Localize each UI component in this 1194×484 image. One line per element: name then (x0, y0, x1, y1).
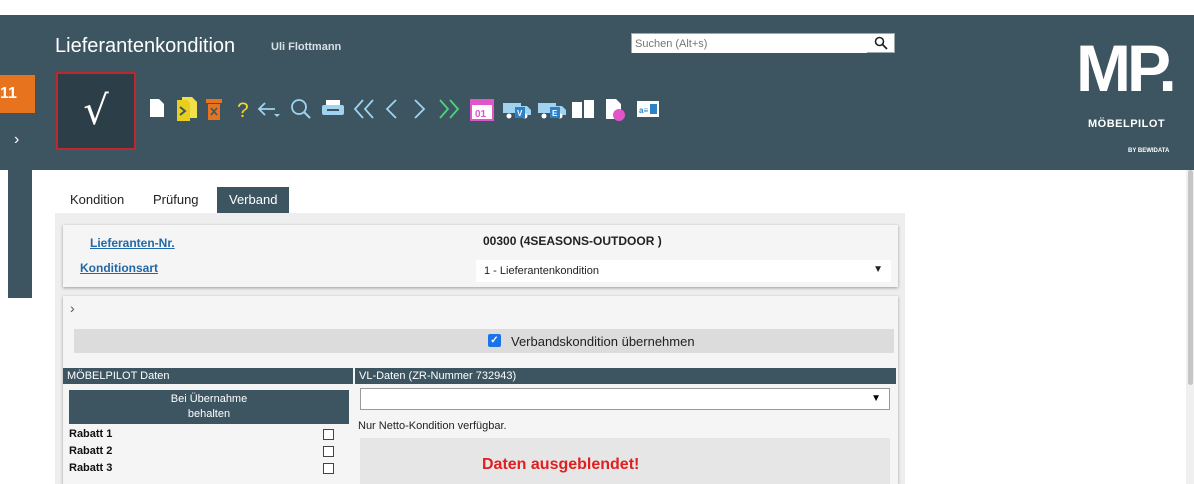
search-magnifier-icon[interactable] (290, 97, 312, 127)
rabatt-row: Rabatt 2 (69, 445, 349, 459)
verband-row: ✓ Verbandskondition übernehmen (74, 329, 894, 353)
rabatt-row: Rabatt 3 (69, 462, 349, 476)
konditionsart-select[interactable]: 1 - Lieferantenkondition ▼ (476, 260, 891, 282)
tab-kondition[interactable]: Kondition (70, 187, 124, 213)
copy-document-icon[interactable] (177, 97, 197, 127)
search-icon[interactable] (874, 36, 888, 50)
svg-text:?: ? (237, 99, 249, 121)
svg-text:V: V (517, 109, 523, 118)
user-name: Uli Flottmann (271, 41, 342, 53)
help-question-icon[interactable]: ? (236, 97, 250, 127)
last-record-icon[interactable] (437, 97, 461, 127)
rabatt-row: Rabatt 1 (69, 428, 349, 442)
previous-record-icon[interactable] (384, 97, 398, 127)
supplier-panel: Lieferanten-Nr. 00300 (4SEASONS-OUTDOOR … (63, 225, 898, 287)
rabatt-label: Rabatt 2 (69, 445, 113, 457)
next-record-icon[interactable] (413, 97, 427, 127)
moebelpilot-logo: MP. MÖBELPILOT BY BEWIDATA (1070, 35, 1180, 165)
back-arrow-icon[interactable] (257, 97, 281, 127)
search-box[interactable] (631, 33, 895, 53)
save-check-button[interactable]: √ (56, 72, 136, 150)
print-icon[interactable] (322, 97, 344, 127)
chevron-down-icon: ▼ (871, 393, 881, 404)
verband-checkbox[interactable]: ✓ (488, 334, 501, 347)
svg-text:E: E (552, 109, 558, 118)
konditionsart-link[interactable]: Konditionsart (80, 261, 158, 275)
moebelpilot-section-header: MÖBELPILOT Daten (63, 368, 353, 384)
delete-bin-icon[interactable] (206, 97, 222, 127)
document-pink-icon[interactable] (606, 97, 626, 127)
header-bar: Lieferantenkondition Uli Flottmann MP. M… (0, 15, 1194, 170)
logo-name: MÖBELPILOT (1088, 118, 1166, 130)
logo-by: BY BEWIDATA (1128, 148, 1170, 154)
rabatt-label: Rabatt 3 (69, 462, 113, 474)
step-number: 11 (0, 85, 17, 102)
netto-note: Nur Netto-Kondition verfügbar. (358, 420, 507, 432)
chevron-right-icon: › (14, 131, 20, 148)
rabatt-2-checkbox[interactable] (323, 446, 334, 457)
new-document-icon[interactable] (150, 97, 164, 127)
column-header-line2: behalten (187, 408, 231, 420)
verband-panel: › ✓ Verbandskondition übernehmen MÖBELPI… (63, 296, 898, 484)
column-header-behalten: Bei Übernahme behalten (69, 390, 349, 424)
hidden-data-message: Daten ausgeblendet! (482, 456, 640, 473)
scrollbar-thumb[interactable] (1188, 170, 1193, 385)
truck-v-icon[interactable]: V (503, 97, 531, 127)
chevron-down-icon: ▼ (873, 264, 883, 275)
vl-section-header: VL-Daten (ZR-Nummer 732943) (355, 368, 896, 384)
step-badge: 11 (0, 75, 35, 113)
tab-verband[interactable]: Verband (217, 187, 290, 213)
sidebar-toggle[interactable]: › (8, 113, 32, 298)
tab-pruefung[interactable]: Prüfung (153, 187, 199, 213)
expand-chevron-icon[interactable]: › (70, 300, 75, 316)
lieferanten-nr-link[interactable]: Lieferanten-Nr. (90, 236, 175, 250)
app-window: Lieferantenkondition Uli Flottmann MP. M… (0, 0, 1194, 484)
page-title: Lieferantenkondition (55, 35, 236, 57)
svg-text:a≡: a≡ (639, 106, 648, 115)
id-card-icon[interactable]: a≡ (637, 97, 659, 127)
rabatt-1-checkbox[interactable] (323, 429, 334, 440)
column-header-line1: Bei Übernahme (170, 393, 248, 405)
verband-label: Verbandskondition übernehmen (511, 334, 695, 349)
search-input[interactable] (632, 35, 867, 53)
truck-e-icon[interactable]: E (538, 97, 566, 127)
lieferanten-nr-value: 00300 (4SEASONS-OUTDOOR ) (483, 234, 662, 248)
first-record-icon[interactable] (352, 97, 376, 127)
svg-text:01: 01 (475, 109, 487, 120)
rabatt-label: Rabatt 1 (69, 428, 113, 440)
calendar-icon[interactable]: 01 (470, 97, 494, 127)
hidden-data-box: Daten ausgeblendet! (360, 438, 890, 484)
rabatt-3-checkbox[interactable] (323, 463, 334, 474)
vl-data-select[interactable]: ▼ (360, 388, 890, 410)
logo-mark: MP. (1076, 31, 1177, 105)
konditionsart-value: 1 - Lieferantenkondition (484, 265, 599, 277)
book-icon[interactable] (572, 97, 594, 127)
